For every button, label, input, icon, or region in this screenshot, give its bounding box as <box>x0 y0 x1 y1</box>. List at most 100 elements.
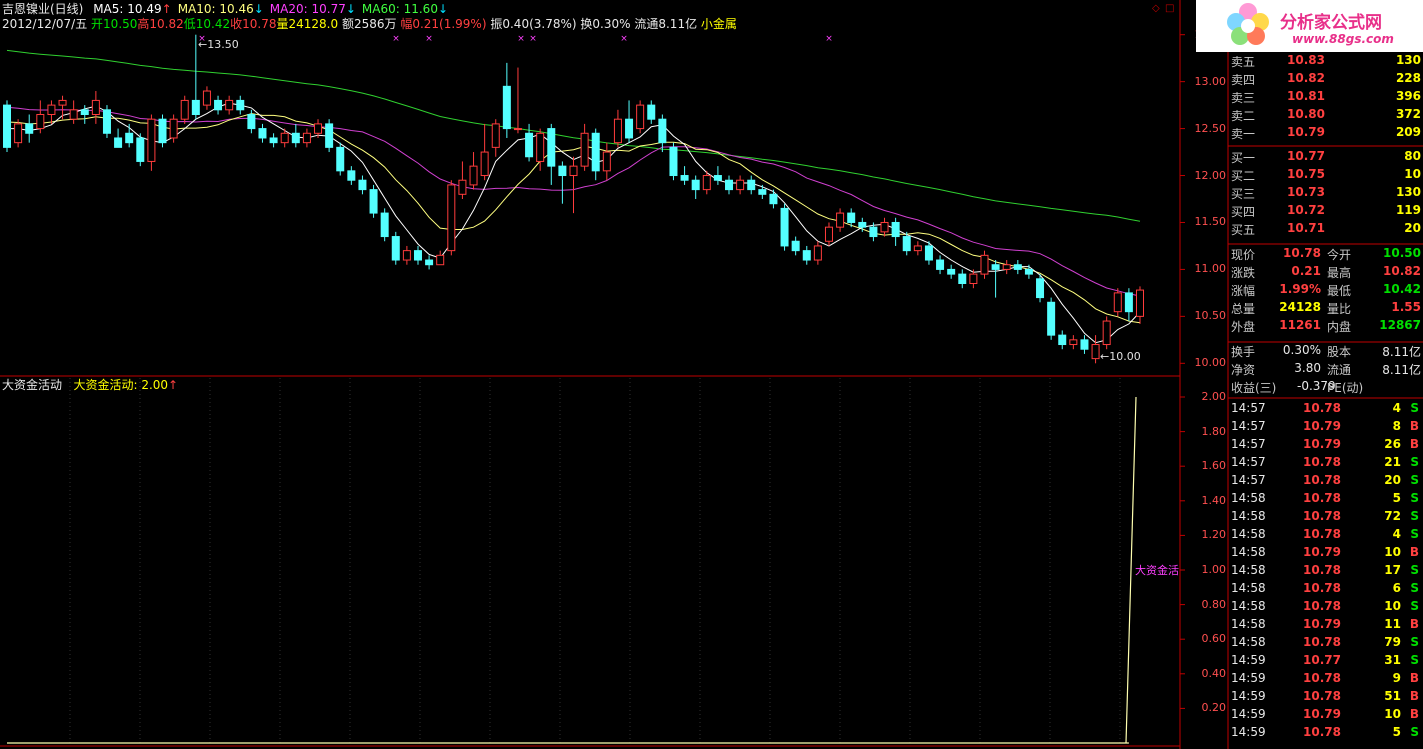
bid-row: 买五 10.71 20 <box>1229 221 1423 239</box>
quote-change: 幅0.21(1.99%) <box>400 17 487 31</box>
tick-price: 10.78 <box>1303 509 1341 523</box>
candle-body <box>80 109 89 116</box>
candle-body <box>1091 344 1100 360</box>
candle-body <box>1113 292 1122 313</box>
ask-row: 卖二 10.80 372 <box>1229 107 1423 125</box>
ma-trend-arrow: ↑ <box>161 2 172 16</box>
ma-trend-arrow: ↓ <box>345 2 356 16</box>
ask-label: 卖三 <box>1231 91 1256 105</box>
candle-body <box>14 123 23 144</box>
candle-body <box>180 99 189 120</box>
stock-title[interactable]: 吉恩镍业(日线) <box>2 2 83 16</box>
fundamental-row: 换手 0.30% 股本 8.11亿 <box>1229 343 1423 361</box>
indicator-legend: 大资金活动: 2.00 <box>73 378 169 392</box>
price-tick-label: 13.00 <box>1194 74 1227 88</box>
tick-time: 14:57 <box>1231 473 1266 487</box>
bid-price: 10.77 <box>1287 149 1325 163</box>
candle-body <box>958 273 967 285</box>
stat-label: 涨幅 <box>1231 284 1256 298</box>
indicator-name[interactable]: 大资金活动 <box>2 378 62 392</box>
ask-label: 卖四 <box>1231 73 1256 87</box>
candle-body <box>258 128 267 139</box>
candle-body <box>1024 268 1033 275</box>
diamond-icon[interactable]: ◇ <box>1152 3 1160 14</box>
stat-value: 11261 <box>1279 318 1321 332</box>
tick-side: S <box>1410 401 1419 415</box>
candle-body <box>402 250 411 261</box>
bid-volume: 119 <box>1395 203 1421 217</box>
candle-body <box>558 165 567 177</box>
quote-volume: 量24128.0 <box>276 17 339 31</box>
stat-value: 10.82 <box>1383 264 1421 278</box>
candle-body <box>58 99 67 106</box>
candle-body <box>713 175 722 181</box>
bid-price: 10.75 <box>1287 167 1325 181</box>
stat-row: 总量 24128 量比 1.55 <box>1229 300 1423 318</box>
stat-value: 1.99% <box>1279 282 1321 296</box>
tick-row: 14:58 10.78 4 S <box>1229 527 1423 545</box>
candle-body <box>1058 334 1067 346</box>
candle-body <box>580 132 589 167</box>
fund-value: 8.11亿 <box>1382 363 1421 377</box>
candle-body <box>858 221 867 228</box>
candle-body <box>691 179 700 191</box>
indicator-grid <box>69 378 1121 746</box>
indicator-tick-label: 1.60 <box>1201 459 1227 473</box>
tick-time: 14:59 <box>1231 707 1266 721</box>
ask-volume: 228 <box>1395 71 1421 85</box>
square-icon[interactable]: □ <box>1165 3 1174 14</box>
tick-volume: 4 <box>1392 401 1401 415</box>
quote-low: 低10.42 <box>183 17 231 31</box>
price-tick-label: 12.50 <box>1194 121 1227 135</box>
candle-body <box>369 189 378 214</box>
ask-price: 10.81 <box>1287 89 1325 103</box>
tick-volume: 31 <box>1384 653 1401 667</box>
ma-legend-item: MA5: 10.49 <box>93 2 162 16</box>
candle-body <box>824 226 833 242</box>
quote-float: 流通8.11亿 <box>634 17 698 31</box>
bid-label: 买五 <box>1231 223 1256 237</box>
quote-amount: 额2586万 <box>341 17 397 31</box>
candlestick-series[interactable] <box>3 34 1144 364</box>
candle-body <box>891 221 900 238</box>
candle-body <box>291 132 300 144</box>
logo-area[interactable]: 分析家公式网 www.88gs.com <box>1196 0 1423 52</box>
tick-row: 14:58 10.78 17 S <box>1229 563 1423 581</box>
quote-turnover: 换0.30% <box>580 17 631 31</box>
tick-price: 10.77 <box>1303 653 1341 667</box>
tick-row: 14:58 10.79 11 B <box>1229 617 1423 635</box>
indicator-header: 大资金活动 大资金活动: 2.00↑ <box>2 378 178 392</box>
candle-body <box>869 226 878 238</box>
candle-body <box>569 165 578 177</box>
candle-body <box>1080 339 1089 350</box>
tick-row: 14:58 10.78 79 S <box>1229 635 1423 653</box>
stat-label: 总量 <box>1231 302 1256 316</box>
tick-side: S <box>1410 563 1419 577</box>
stat-value: 10.78 <box>1283 246 1321 260</box>
candle-body <box>502 85 511 130</box>
tick-side: B <box>1409 617 1419 631</box>
stat-label: 量比 <box>1327 302 1352 316</box>
event-mark: × <box>425 34 433 44</box>
candle-body <box>791 240 800 252</box>
candle-body <box>147 118 156 162</box>
logo-url: www.88gs.com <box>1292 32 1394 46</box>
fund-value: 3.80 <box>1294 361 1321 375</box>
candle-body <box>991 264 1000 270</box>
tick-row: 14:58 10.78 72 S <box>1229 509 1423 527</box>
tick-time: 14:58 <box>1231 617 1266 631</box>
tick-side: S <box>1410 509 1419 523</box>
ask-volume: 130 <box>1395 53 1421 67</box>
tick-volume: 6 <box>1392 581 1401 595</box>
ma-legend-item: MA60: 11.60 <box>361 2 438 16</box>
candle-body <box>469 165 478 186</box>
ask-volume: 372 <box>1395 107 1421 121</box>
tick-row: 14:57 10.79 8 B <box>1229 419 1423 437</box>
tick-row: 14:57 10.79 26 B <box>1229 437 1423 455</box>
bid-volume: 20 <box>1404 221 1421 235</box>
candle-body <box>347 170 356 181</box>
candle-body <box>602 151 611 172</box>
logo-title: 分析家公式网 <box>1280 13 1382 33</box>
tick-price: 10.79 <box>1303 419 1341 433</box>
candle-body <box>513 128 522 131</box>
